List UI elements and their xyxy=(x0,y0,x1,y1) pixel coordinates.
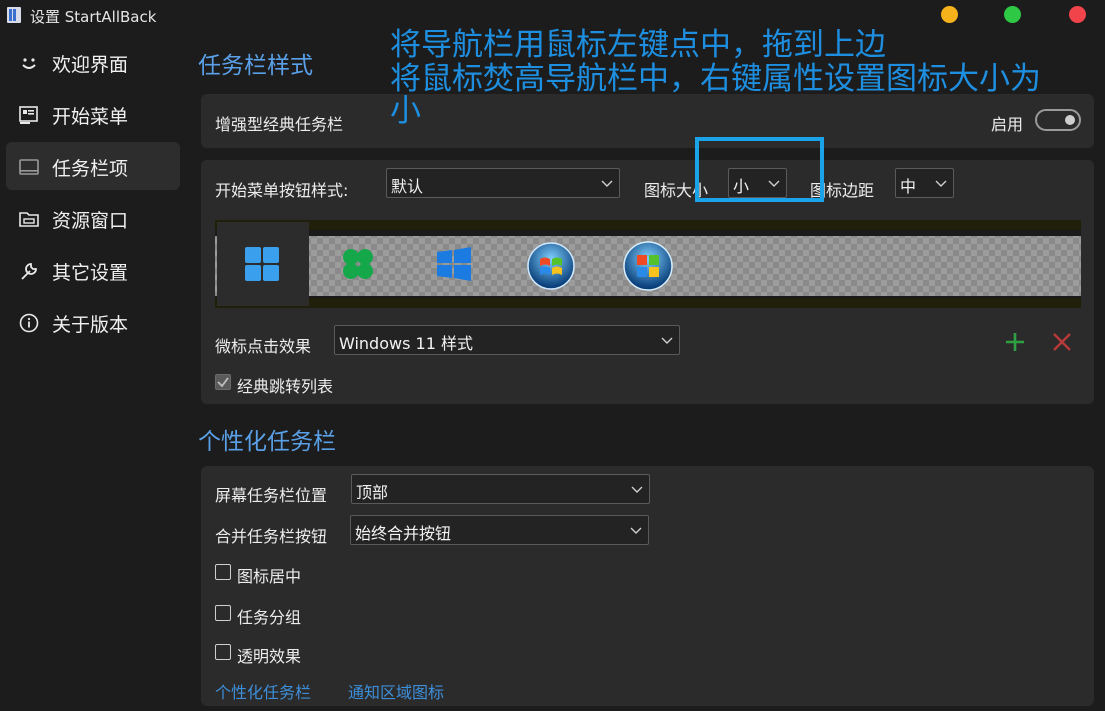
sidebar-item-about[interactable]: 关于版本 xyxy=(6,298,180,346)
notification-area-icons-link[interactable]: 通知区域图标 xyxy=(348,679,444,703)
app-icon xyxy=(7,7,21,23)
chevron-down-icon xyxy=(631,486,643,493)
sidebar-item-label: 关于版本 xyxy=(52,314,129,336)
combine-buttons-label: 合并任务栏按钮 xyxy=(215,527,328,546)
sidebar: 欢迎界面 开始菜单 任务栏项 资源窗口 其它设置 关于版本 xyxy=(0,38,186,350)
task-grouping-checkbox[interactable] xyxy=(215,605,231,621)
jump-list-label: 经典跳转列表 xyxy=(237,377,334,396)
sidebar-item-other-settings[interactable]: 其它设置 xyxy=(6,246,180,294)
folder-icon xyxy=(19,212,39,227)
enhanced-taskbar-label: 增强型经典任务栏 xyxy=(215,115,344,134)
annotation-line-3: 小 xyxy=(390,93,421,129)
maximize-button[interactable] xyxy=(1004,6,1021,23)
sidebar-item-welcome[interactable]: 欢迎界面 xyxy=(6,38,180,86)
sidebar-item-label: 资源窗口 xyxy=(52,210,129,232)
start-button-style-select[interactable]: 默认 xyxy=(386,168,620,198)
enable-toggle[interactable] xyxy=(1035,109,1081,131)
toggle-knob xyxy=(1065,115,1075,125)
window-title: 设置 StartAllBack xyxy=(30,8,157,26)
select-value: 中 xyxy=(900,177,917,196)
start-menu-icon xyxy=(19,106,38,124)
click-effect-select[interactable]: Windows 11 样式 xyxy=(334,325,680,355)
sidebar-item-start-menu[interactable]: 开始菜单 xyxy=(6,90,180,138)
combine-buttons-select[interactable]: 始终合并按钮 xyxy=(350,515,649,545)
select-value: 默认 xyxy=(391,177,424,196)
sidebar-item-label: 开始菜单 xyxy=(52,106,129,128)
clover-logo-icon[interactable] xyxy=(341,247,375,281)
taskbar-icon xyxy=(19,159,39,175)
icon-margin-select[interactable]: 中 xyxy=(895,168,954,198)
jump-list-checkbox[interactable] xyxy=(215,374,231,390)
windows11-logo-icon[interactable] xyxy=(244,246,280,282)
enable-label: 启用 xyxy=(991,115,1024,134)
section-title-personalize: 个性化任务栏 xyxy=(198,429,336,455)
checkmark-icon xyxy=(217,377,229,388)
click-effect-label: 微标点击效果 xyxy=(215,337,312,356)
minimize-button[interactable] xyxy=(941,6,958,23)
sidebar-item-label: 欢迎界面 xyxy=(52,54,129,76)
select-value: 顶部 xyxy=(356,483,389,502)
task-grouping-label: 任务分组 xyxy=(237,608,302,627)
section-title-taskbar-style: 任务栏样式 xyxy=(198,53,313,79)
transparency-checkbox[interactable] xyxy=(215,644,231,660)
annotation-line-2: 将鼠标焚高导航栏中，右键属性设置图标大小为 xyxy=(390,61,1041,97)
taskbar-position-label: 屏幕任务栏位置 xyxy=(215,486,328,505)
annotation-line-1: 将导航栏用鼠标左键点中，拖到上边 xyxy=(390,27,886,63)
smile-icon xyxy=(22,58,36,69)
highlight-box xyxy=(695,137,824,202)
sidebar-item-taskbar[interactable]: 任务栏项 xyxy=(6,142,180,190)
center-icons-label: 图标居中 xyxy=(237,567,302,586)
sidebar-item-label: 其它设置 xyxy=(52,262,129,284)
transparency-label: 透明效果 xyxy=(237,647,302,666)
chevron-down-icon xyxy=(601,180,613,187)
select-value: 始终合并按钮 xyxy=(355,524,452,543)
select-value: Windows 11 样式 xyxy=(339,334,473,353)
center-icons-checkbox[interactable] xyxy=(215,564,231,580)
vista-orb-icon[interactable] xyxy=(622,240,674,292)
wrench-icon xyxy=(21,263,37,280)
add-icon[interactable] xyxy=(1004,331,1026,353)
taskbar-position-select[interactable]: 顶部 xyxy=(351,474,650,504)
start-button-preview xyxy=(215,220,1081,308)
sidebar-item-explorer[interactable]: 资源窗口 xyxy=(6,194,180,242)
remove-icon[interactable] xyxy=(1052,332,1072,352)
start-button-style-label: 开始菜单按钮样式: xyxy=(215,181,349,200)
close-button[interactable] xyxy=(1069,6,1086,23)
windows10-logo-icon[interactable] xyxy=(436,247,472,281)
personalize-taskbar-link[interactable]: 个性化任务栏 xyxy=(215,679,311,703)
chevron-down-icon xyxy=(935,180,947,187)
chevron-down-icon xyxy=(630,527,642,534)
windows7-orb-icon[interactable] xyxy=(526,241,576,291)
sidebar-item-label: 任务栏项 xyxy=(52,158,129,180)
info-icon xyxy=(19,313,39,333)
chevron-down-icon xyxy=(661,337,673,344)
